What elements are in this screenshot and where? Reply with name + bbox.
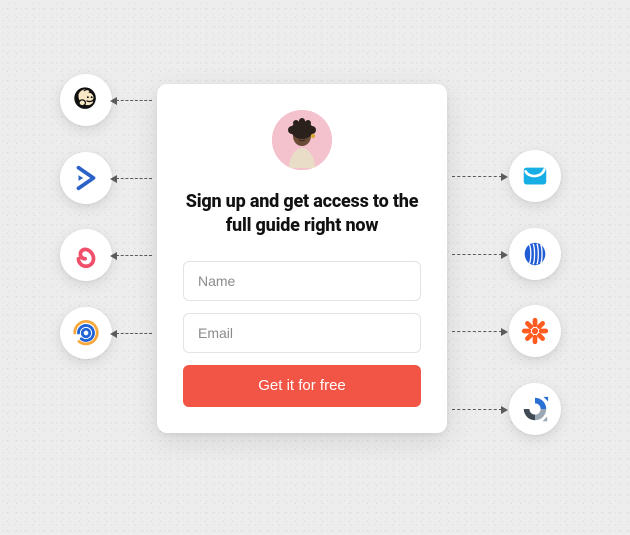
arrow-recaptcha <box>452 409 502 410</box>
submit-button[interactable]: Get it for free <box>183 365 421 407</box>
activecampaign-icon <box>60 152 112 204</box>
constantcontact-icon <box>60 307 112 359</box>
getresponse-icon <box>509 150 561 202</box>
stage: Sign up and get access to the full guide… <box>0 0 630 535</box>
arrow-zapier <box>452 331 502 332</box>
arrow-constantcontact <box>116 333 152 334</box>
name-input[interactable] <box>183 261 421 301</box>
arrow-mailchimp <box>116 100 152 101</box>
arrow-convertkit <box>116 255 152 256</box>
signup-card: Sign up and get access to the full guide… <box>157 84 447 433</box>
mailchimp-icon <box>60 74 112 126</box>
avatar <box>272 110 332 170</box>
arrow-getresponse <box>452 176 502 177</box>
headline: Sign up and get access to the full guide… <box>183 190 421 239</box>
aweber-icon <box>509 228 561 280</box>
email-input[interactable] <box>183 313 421 353</box>
arrow-aweber <box>452 254 502 255</box>
recaptcha-icon <box>509 383 561 435</box>
convertkit-icon <box>60 229 112 281</box>
arrow-activecampaign <box>116 178 152 179</box>
zapier-icon <box>509 305 561 357</box>
